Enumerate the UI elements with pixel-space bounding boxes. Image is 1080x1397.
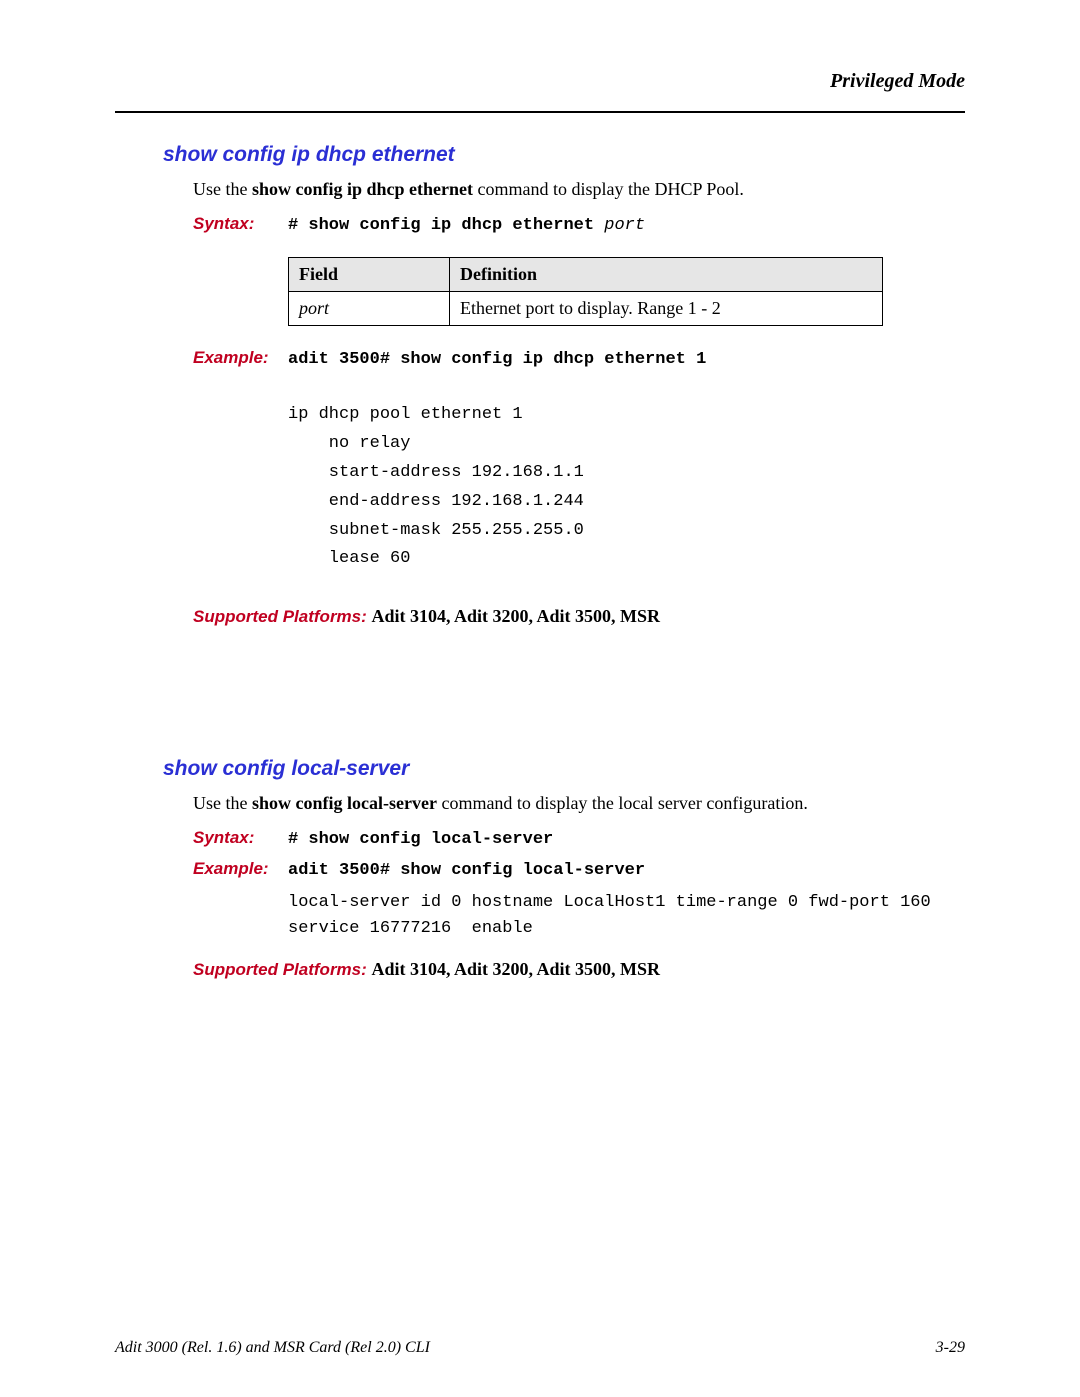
footer-right: 3-29 xyxy=(936,1339,965,1357)
section1-body: Use the show config ip dhcp ethernet com… xyxy=(193,179,965,627)
th-definition: Definition xyxy=(450,258,883,292)
section2-example-row: Example: adit 3500# show config local-se… xyxy=(193,859,965,880)
syntax-cmd-text: # show config ip dhcp ethernet xyxy=(288,216,604,235)
intro-bold: show config ip dhcp ethernet xyxy=(252,179,473,199)
table-row: port Ethernet port to display. Range 1 -… xyxy=(289,292,883,326)
section2-platforms: Supported Platforms: Adit 3104, Adit 320… xyxy=(193,959,965,980)
syntax-cmd: # show config local-server xyxy=(288,830,553,849)
th-field: Field xyxy=(289,258,450,292)
intro-post: command to display the DHCP Pool. xyxy=(473,179,744,199)
section2-output: local-server id 0 hostname LocalHost1 ti… xyxy=(288,890,965,941)
footer: Adit 3000 (Rel. 1.6) and MSR Card (Rel 2… xyxy=(115,1339,965,1357)
header-mode: Privileged Mode xyxy=(115,70,965,93)
td-field: port xyxy=(289,292,450,326)
section-gap xyxy=(115,627,965,757)
table-header-row: Field Definition xyxy=(289,258,883,292)
platforms-label: Supported Platforms: xyxy=(193,607,372,626)
platforms-value: Adit 3104, Adit 3200, Adit 3500, MSR xyxy=(372,606,661,626)
syntax-param: port xyxy=(604,216,645,235)
syntax-label: Syntax: xyxy=(193,828,288,848)
field-table: Field Definition port Ethernet port to d… xyxy=(288,257,883,326)
section1-title: show config ip dhcp ethernet xyxy=(163,143,965,167)
platforms-value: Adit 3104, Adit 3200, Adit 3500, MSR xyxy=(372,959,661,979)
td-definition: Ethernet port to display. Range 1 - 2 xyxy=(450,292,883,326)
example-label: Example: xyxy=(193,348,288,368)
syntax-label: Syntax: xyxy=(193,214,288,234)
page: Privileged Mode show config ip dhcp ethe… xyxy=(0,0,1080,1397)
example-label: Example: xyxy=(193,859,288,879)
section1-example-row: Example: adit 3500# show config ip dhcp … xyxy=(193,348,965,369)
header-rule xyxy=(115,111,965,113)
intro-pre: Use the xyxy=(193,793,252,813)
section1-intro: Use the show config ip dhcp ethernet com… xyxy=(193,179,965,200)
intro-bold: show config local-server xyxy=(252,793,437,813)
example-cmd: adit 3500# show config ip dhcp ethernet … xyxy=(288,350,706,369)
syntax-cmd: # show config ip dhcp ethernet port xyxy=(288,216,645,235)
section2-intro: Use the show config local-server command… xyxy=(193,793,965,814)
section1-syntax-row: Syntax: # show config ip dhcp ethernet p… xyxy=(193,214,965,235)
section1-platforms: Supported Platforms: Adit 3104, Adit 320… xyxy=(193,606,965,627)
intro-post: command to display the local server conf… xyxy=(437,793,808,813)
example-cmd: adit 3500# show config local-server xyxy=(288,861,645,880)
intro-pre: Use the xyxy=(193,179,252,199)
footer-left: Adit 3000 (Rel. 1.6) and MSR Card (Rel 2… xyxy=(115,1339,430,1357)
platforms-label: Supported Platforms: xyxy=(193,960,372,979)
section2-syntax-row: Syntax: # show config local-server xyxy=(193,828,965,849)
section1-output: ip dhcp pool ethernet 1 no relay start-a… xyxy=(288,401,965,574)
section2-body: Use the show config local-server command… xyxy=(193,793,965,980)
section2-title: show config local-server xyxy=(163,757,965,781)
